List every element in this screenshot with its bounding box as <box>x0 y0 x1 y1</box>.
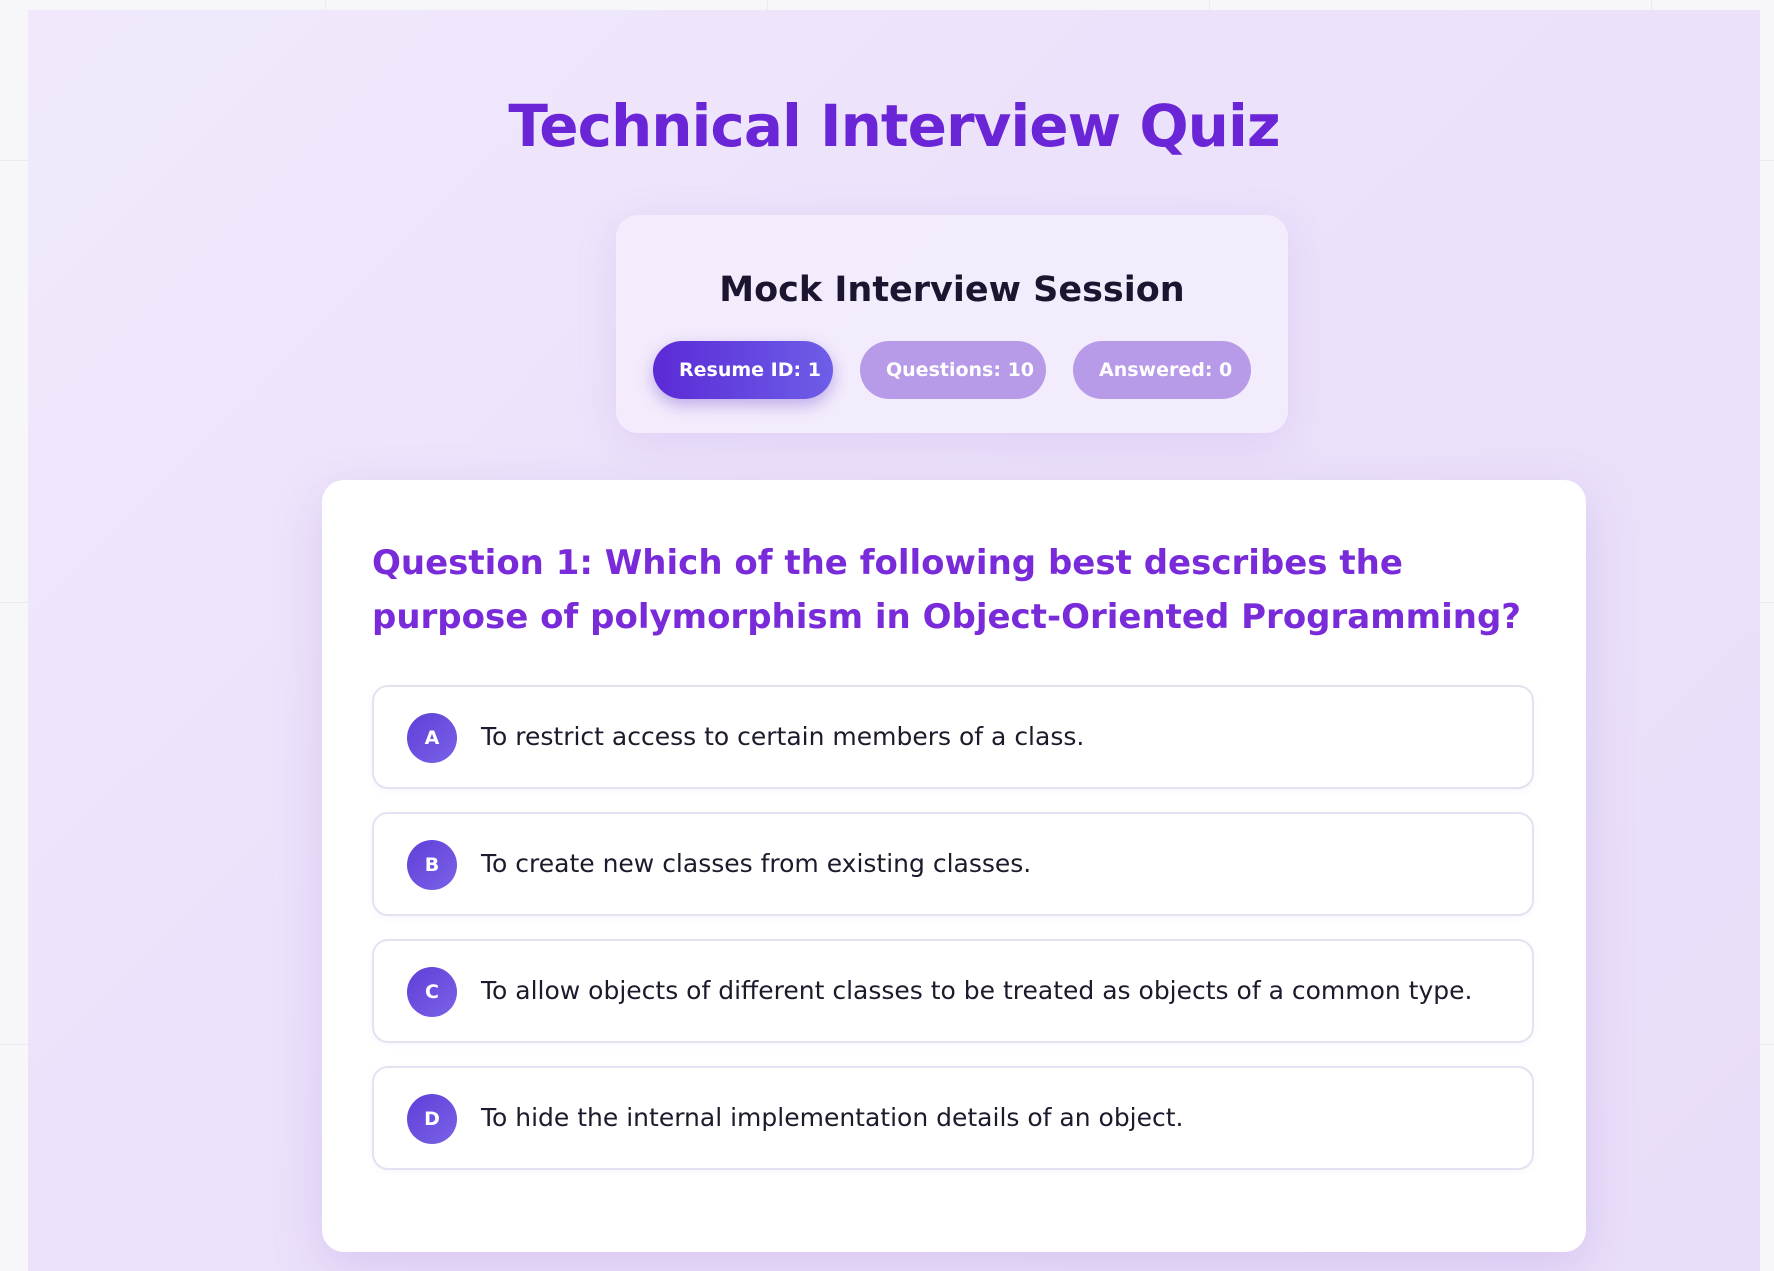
answer-option-a[interactable]: A To restrict access to certain members … <box>372 685 1534 789</box>
option-letter-badge: B <box>407 840 457 890</box>
answer-option-c[interactable]: C To allow objects of different classes … <box>372 939 1534 1043</box>
option-letter-badge: C <box>407 967 457 1017</box>
session-title: Mock Interview Session <box>719 270 1185 310</box>
answer-options: A To restrict access to certain members … <box>372 685 1534 1193</box>
option-text: To hide the internal implementation deta… <box>481 1103 1184 1132</box>
option-text: To create new classes from existing clas… <box>481 849 1032 878</box>
answer-option-b[interactable]: B To create new classes from existing cl… <box>372 812 1534 916</box>
quiz-page: Technical Interview Quiz Mock Interview … <box>28 10 1760 1271</box>
answered-count-badge: Answered: 0 <box>1073 341 1251 399</box>
session-badges: Resume ID: 1 Questions: 10 Answered: 0 <box>616 341 1288 399</box>
option-text: To restrict access to certain members of… <box>481 722 1085 751</box>
option-letter-badge: D <box>407 1094 457 1144</box>
question-card: Question 1: Which of the following best … <box>322 480 1586 1252</box>
page-title: Technical Interview Quiz <box>508 92 1280 160</box>
questions-count-badge: Questions: 10 <box>860 341 1046 399</box>
answer-option-d[interactable]: D To hide the internal implementation de… <box>372 1066 1534 1170</box>
option-text: To allow objects of different classes to… <box>481 976 1473 1005</box>
option-letter-badge: A <box>407 713 457 763</box>
resume-id-badge: Resume ID: 1 <box>653 341 833 399</box>
question-text: Question 1: Which of the following best … <box>372 543 1522 637</box>
session-card: Mock Interview Session Resume ID: 1 Ques… <box>616 215 1288 433</box>
